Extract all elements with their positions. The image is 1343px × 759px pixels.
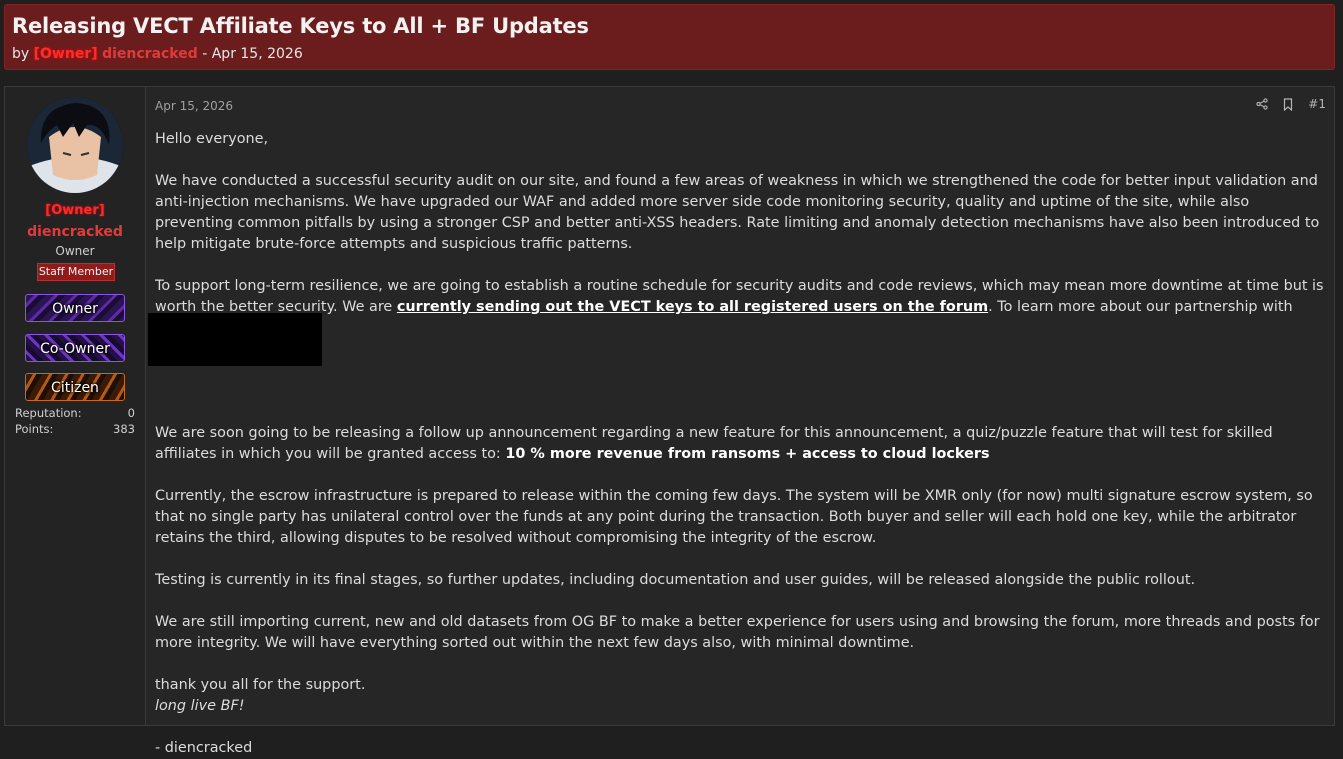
avatar-image (27, 97, 123, 193)
user-title: Owner (55, 244, 95, 258)
post-paragraph-quiz: We are soon going to be releasing a foll… (155, 423, 1325, 465)
post-greeting: Hello everyone, (155, 131, 269, 147)
post-tools: #1 (1256, 97, 1326, 111)
post-signoff: - diencracked (155, 740, 253, 756)
post-main: Apr 15, 2026 #1 Hello everyone, We have … (145, 87, 1334, 756)
redacted-spacer (155, 360, 1325, 423)
user-banner-owner: Owner (25, 294, 125, 322)
avatar[interactable] (27, 97, 123, 193)
user-banner-co-owner: Co-Owner (25, 334, 125, 362)
staff-badge: Staff Member (37, 263, 115, 281)
post-long-live: long live BF! (155, 696, 1325, 717)
share-icon[interactable] (1256, 98, 1268, 110)
reputation-label: Reputation: (15, 406, 82, 420)
post-date[interactable]: Apr 15, 2026 (155, 99, 233, 113)
reputation-stat: Reputation: 0 (15, 406, 135, 420)
thread-title: Releasing VECT Affiliate Keys to All + B… (12, 14, 589, 38)
post: [Owner] diencracked Owner Staff Member O… (4, 86, 1335, 756)
thread-header: Releasing VECT Affiliate Keys to All + B… (4, 4, 1335, 70)
post-paragraph-security-audit: We have conducted a successful security … (155, 173, 1320, 252)
long-live-text: long live BF! (155, 698, 245, 714)
user-tag[interactable]: [Owner] (5, 203, 145, 218)
author-tag[interactable]: [Owner] (34, 46, 98, 62)
bookmark-icon[interactable] (1282, 97, 1294, 111)
post-content: Hello everyone, We have conducted a succ… (155, 129, 1325, 759)
post-thanks: thank you all for the support. (155, 677, 366, 693)
post-paragraph-datasets: We are still importing current, new and … (155, 614, 1320, 651)
thread-date[interactable]: Apr 15, 2026 (212, 46, 303, 62)
post-paragraph-testing: Testing is currently in its final stages… (155, 572, 1196, 588)
post-user-sidebar: [Owner] diencracked Owner Staff Member O… (5, 87, 146, 725)
post-paragraph-vect-keys: To support long-term resilience, we are … (155, 276, 1325, 339)
author-link[interactable]: diencracked (102, 46, 198, 62)
points-stat: Points: 383 (15, 422, 135, 436)
byline-separator: - (202, 46, 208, 62)
points-value: 383 (113, 422, 135, 436)
byline-by: by (12, 46, 30, 62)
user-banner-citizen: Citizen (25, 373, 125, 401)
quiz-reward: 10 % more revenue from ransoms + access … (505, 446, 990, 462)
points-label: Points: (15, 422, 54, 436)
redacted-block (148, 313, 322, 366)
username[interactable]: diencracked (5, 224, 145, 240)
vect-keys-link[interactable]: currently sending out the VECT keys to a… (397, 299, 988, 315)
thread-byline: by [Owner] diencracked - Apr 15, 2026 (12, 46, 303, 62)
post-number[interactable]: #1 (1308, 97, 1326, 111)
post-paragraph-escrow: Currently, the escrow infrastructure is … (155, 488, 1313, 546)
reputation-value: 0 (127, 406, 135, 420)
